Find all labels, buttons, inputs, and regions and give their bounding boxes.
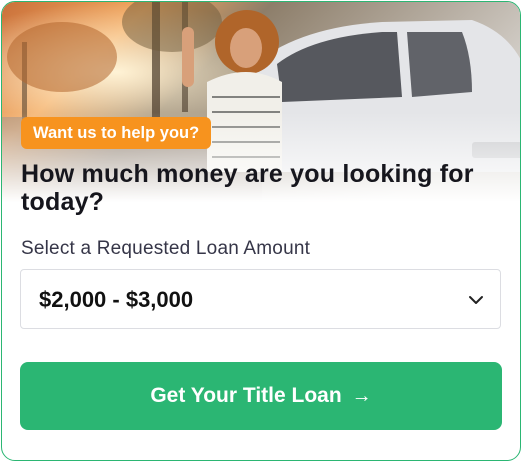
get-title-loan-button[interactable]: Get Your Title Loan →: [20, 362, 502, 430]
cta-label: Get Your Title Loan: [150, 384, 342, 407]
loan-amount-select[interactable]: $2,000 - $3,000: [20, 269, 501, 329]
chevron-down-icon: [469, 296, 483, 304]
help-badge: Want us to help you?: [21, 117, 212, 149]
arrow-right-icon: →: [351, 385, 372, 407]
loan-amount-label: Select a Requested Loan Amount: [21, 238, 311, 259]
page-title: How much money are you looking for today…: [21, 160, 474, 216]
loan-amount-value: $2,000 - $3,000: [39, 287, 194, 312]
loan-widget-card: Want us to help you? How much money are …: [1, 1, 521, 461]
